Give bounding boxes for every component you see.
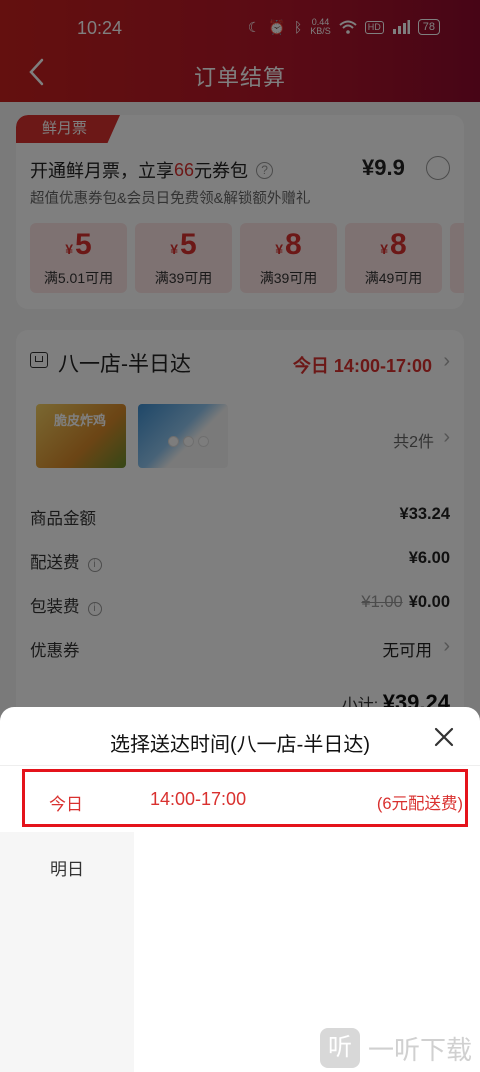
day-tab-today[interactable]: 今日	[49, 790, 83, 815]
sheet-title: 选择送达时间(八一店-半日达)	[110, 734, 370, 756]
divider	[0, 765, 480, 766]
watermark: 听 一听下载	[320, 1028, 472, 1068]
slot-time: 14:00-17:00	[150, 789, 247, 809]
close-icon[interactable]	[432, 725, 456, 749]
time-slot-option-selected[interactable]: 今日 14:00-17:00 (6元配送费)	[22, 769, 468, 827]
slot-fee: (6元配送费)	[376, 795, 463, 813]
day-tab-tomorrow[interactable]: 明日	[0, 855, 134, 880]
watermark-text: 一听下载	[368, 1034, 473, 1065]
watermark-logo: 听	[320, 1028, 360, 1068]
delivery-time-sheet: 选择送达时间(八一店-半日达) 今日 14:00-17:00 (6元配送费) 明…	[0, 707, 480, 1072]
